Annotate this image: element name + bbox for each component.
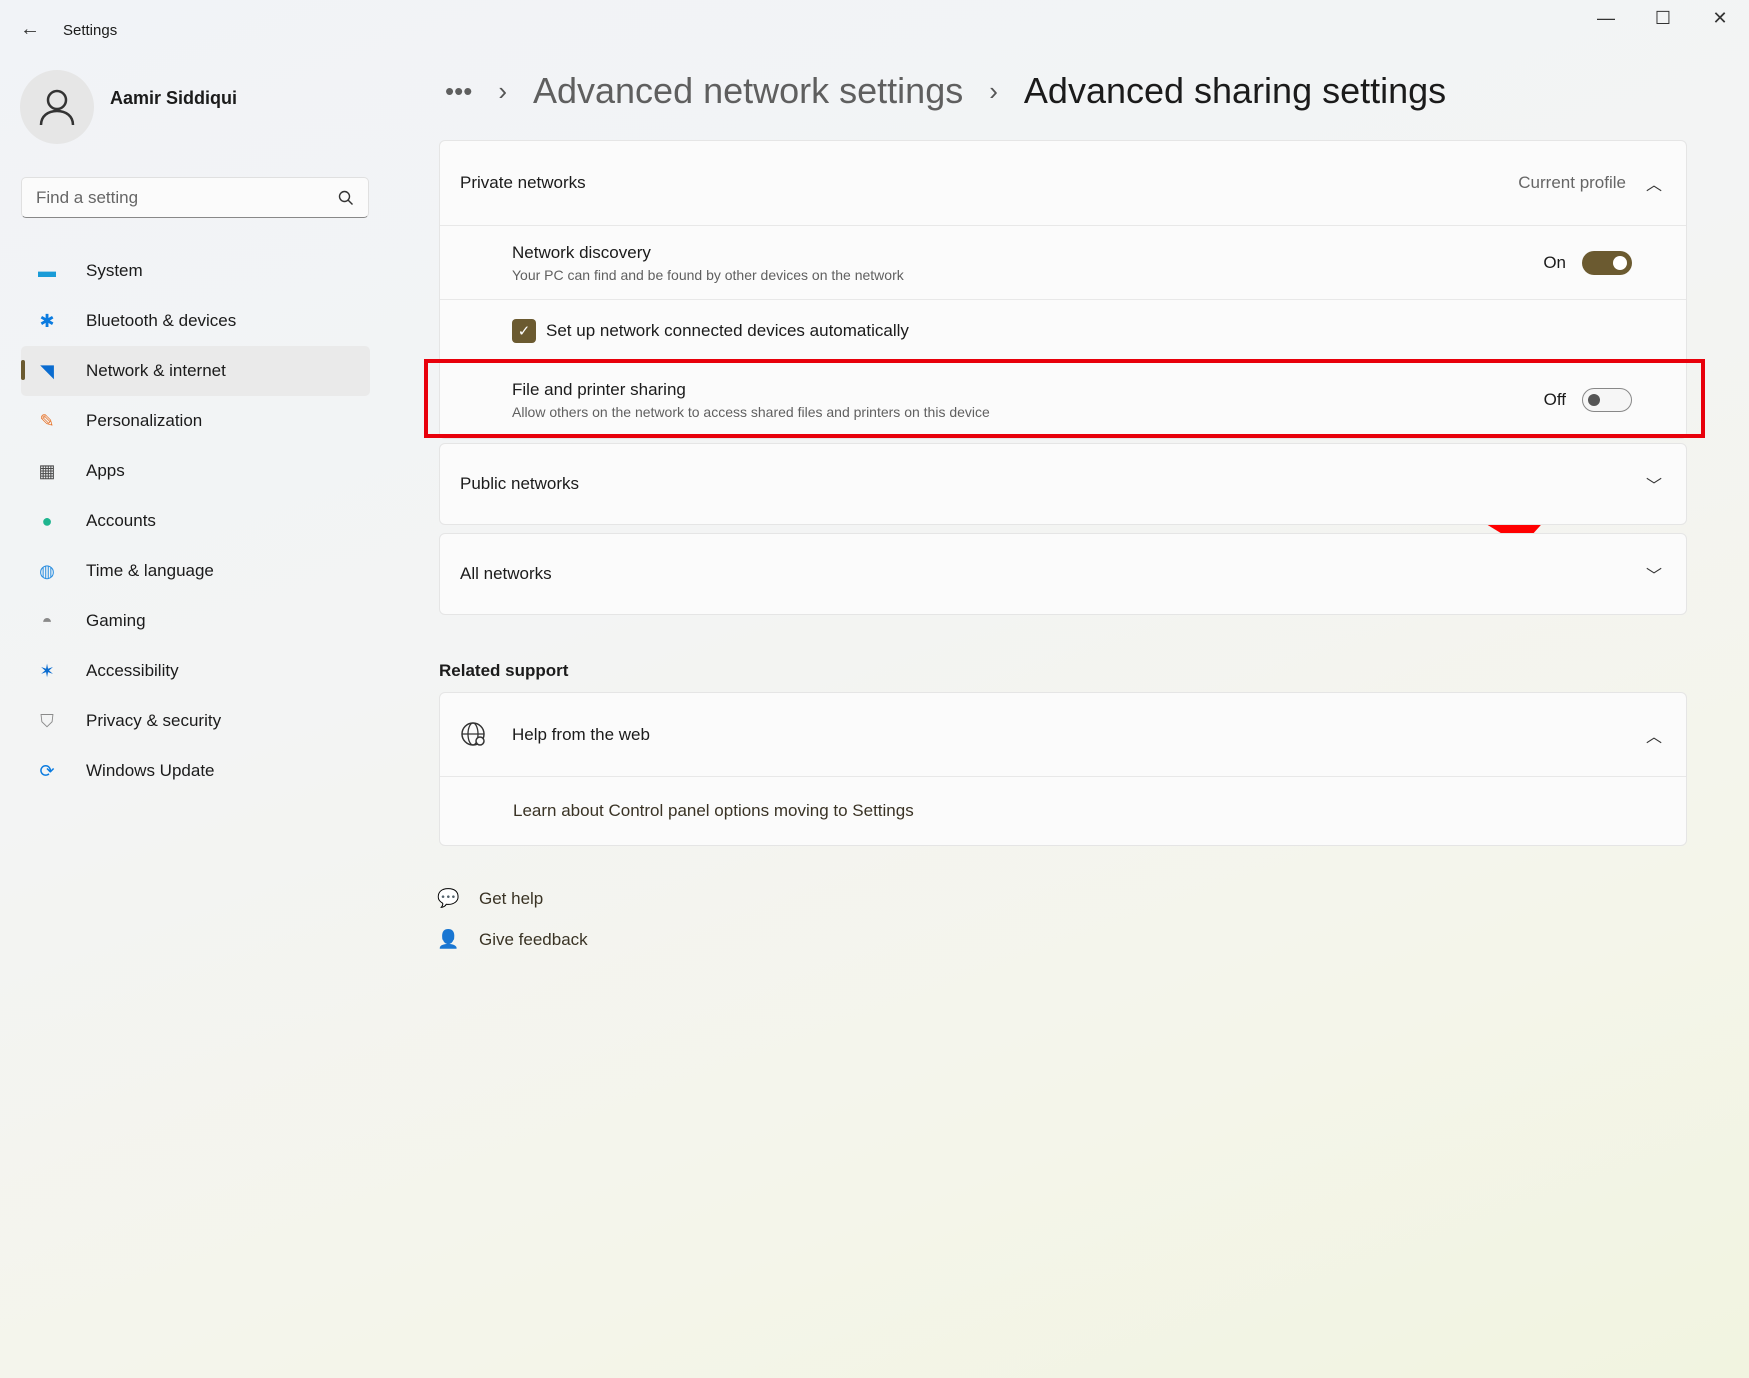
sidebar-item-label: Time & language [86,561,214,580]
sidebar-item-bluetooth-devices[interactable]: ✱ Bluetooth & devices [21,296,370,346]
globe-clock-icon: ◍ [39,560,55,581]
chevron-down-icon[interactable]: ﹀ [1642,562,1666,586]
search-placeholder: Find a setting [36,187,139,207]
back-button[interactable]: ← [20,18,40,41]
user-icon [39,89,75,126]
help-title: Help from the web [512,724,650,744]
related-support-heading: Related support [439,661,569,680]
current-profile-label: Current profile [1518,173,1626,192]
give-feedback-link[interactable]: 👤 Give feedback [437,929,588,950]
sidebar-item-label: Bluetooth & devices [86,311,237,330]
section-title: Private networks [460,173,586,192]
feedback-icon: 👤 [437,929,460,949]
sidebar-item-personalization[interactable]: ✎ Personalization [21,396,370,446]
setting-title: Network discovery [512,242,651,262]
sidebar-item-label: Personalization [86,411,203,430]
checkbox-label[interactable]: Set up network connected devices automat… [546,321,909,341]
give-feedback-label: Give feedback [479,929,588,949]
sidebar-item-label: Network & internet [86,361,226,380]
sidebar-item-accounts[interactable]: ● Accounts [21,496,370,546]
chevron-right-icon: › [989,75,998,106]
avatar[interactable] [20,70,94,144]
all-networks-section[interactable]: All networks ﹀ [439,533,1687,615]
search-icon [338,190,353,205]
sidebar-item-time-language[interactable]: ◍ Time & language [21,546,370,596]
sidebar-item-label: Accounts [86,511,156,530]
chevron-up-icon[interactable]: ︿ [1642,723,1666,747]
chevron-down-icon[interactable]: ﹀ [1642,472,1666,496]
auto-setup-row: ✓ Set up network connected devices autom… [440,299,1686,361]
sidebar-item-label: Windows Update [86,761,215,780]
chevron-up-icon[interactable]: ︿ [1642,171,1666,195]
private-networks-header[interactable]: Private networks Current profile ︿ [440,141,1686,225]
bluetooth-icon: ✱ [39,310,55,331]
user-name: Aamir Siddiqui [110,88,238,108]
sidebar-item-label: Gaming [86,611,146,630]
get-help-label: Get help [479,888,544,908]
shield-icon: ⛉ [40,710,54,731]
get-help-link[interactable]: 💬 Get help [437,888,543,909]
help-from-web-section: Help from the web ︿ Learn about Control … [439,692,1687,846]
sidebar-item-label: Apps [86,461,125,480]
network-discovery-toggle[interactable] [1582,250,1632,275]
accessibility-icon: ✶ [39,660,55,681]
globe-icon [461,721,485,746]
public-networks-section[interactable]: Public networks ﹀ [439,443,1687,525]
system-icon: ▬ [38,260,56,281]
brush-icon: ✎ [39,410,55,431]
close-button[interactable]: ✕ [1700,8,1740,29]
help-icon: 💬 [437,888,460,908]
window-title: Settings [63,22,118,39]
sidebar-item-apps[interactable]: ▦ Apps [21,446,370,496]
accounts-icon: ● [41,510,53,531]
chevron-right-icon: › [498,75,507,106]
section-title: Public networks [460,474,580,493]
page-title: Advanced sharing settings [1023,70,1447,111]
minimize-button[interactable]: — [1586,8,1626,29]
sidebar-item-label: Accessibility [86,661,179,680]
auto-setup-checkbox[interactable]: ✓ [512,318,536,343]
sidebar-nav: ▬ System ✱ Bluetooth & devices ◥ Network & in… [21,246,370,796]
wifi-icon: ◥ [40,360,54,381]
highlight-box [424,359,1705,438]
help-header[interactable]: Help from the web ︿ [440,693,1686,776]
apps-icon: ▦ [38,460,56,481]
sidebar-item-gaming[interactable]: ◓ Gaming [21,596,370,646]
setting-description: Your PC can find and be found by other d… [512,266,904,283]
sidebar-item-privacy-security[interactable]: ⛉ Privacy & security [21,696,370,746]
sidebar-item-system[interactable]: ▬ System [21,246,370,296]
sidebar-item-accessibility[interactable]: ✶ Accessibility [21,646,370,696]
breadcrumb: ••• › Advanced network settings › Advanc… [445,70,1446,112]
sidebar-item-label: System [86,261,143,280]
control-panel-link[interactable]: Learn about Control panel options moving… [513,801,914,821]
sidebar-item-windows-update[interactable]: ⟳ Windows Update [21,746,370,796]
breadcrumb-parent[interactable]: Advanced network settings [533,70,963,112]
section-title: All networks [460,564,552,583]
sidebar-item-network-internet[interactable]: ◥ Network & internet [21,346,370,396]
breadcrumb-more-button[interactable]: ••• [445,76,472,107]
search-input[interactable]: Find a setting [21,177,369,218]
network-discovery-row: Network discovery Your PC can find and be… [440,225,1686,299]
maximize-button[interactable]: ☐ [1643,8,1683,29]
gamepad-icon: ◓ [41,610,53,631]
sidebar-item-label: Privacy & security [86,711,222,730]
toggle-state: On [1543,252,1566,272]
update-icon: ⟳ [39,760,55,781]
